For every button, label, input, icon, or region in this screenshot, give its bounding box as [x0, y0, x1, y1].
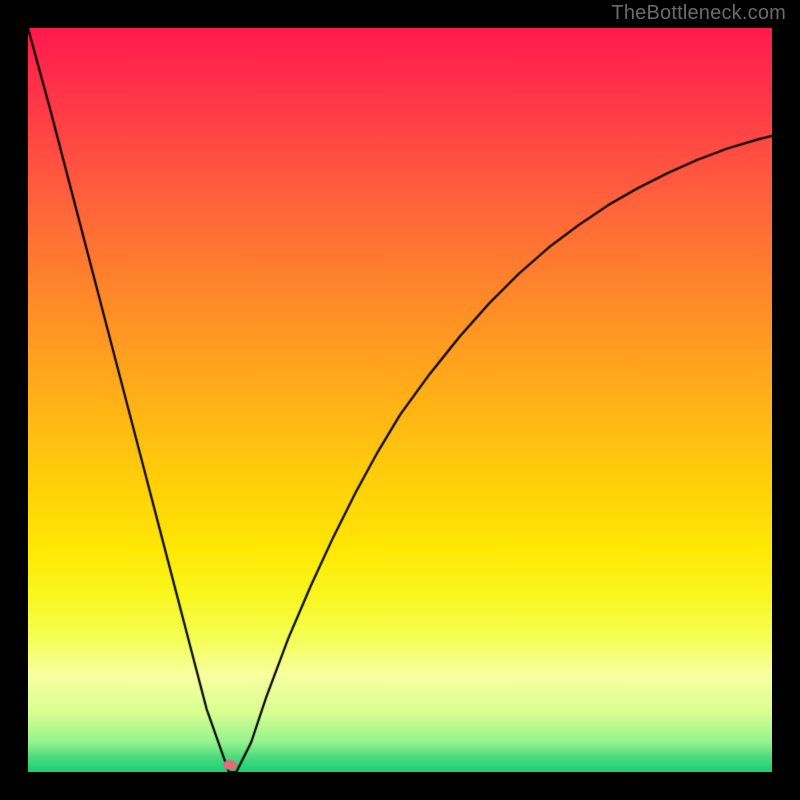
plot-area	[28, 28, 772, 772]
watermark-text: TheBottleneck.com	[611, 2, 786, 25]
bottleneck-curve	[28, 28, 772, 772]
chart-frame: TheBottleneck.com	[0, 0, 800, 800]
